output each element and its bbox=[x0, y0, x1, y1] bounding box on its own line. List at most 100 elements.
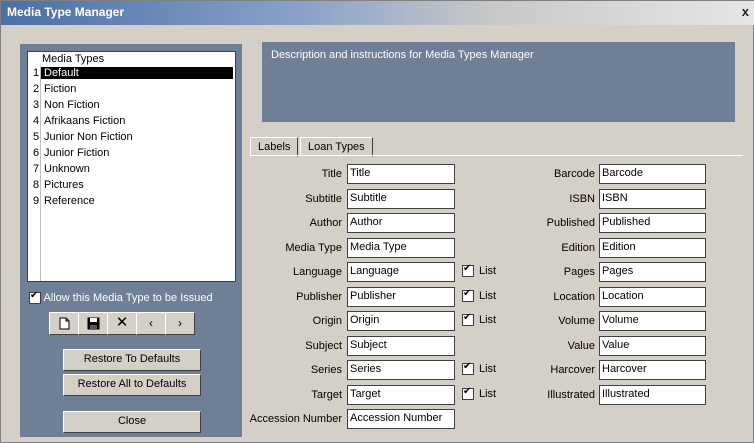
description-text: Description and instructions for Media T… bbox=[271, 49, 534, 61]
field-label: Edition bbox=[561, 241, 595, 254]
field-input[interactable]: Target bbox=[347, 384, 455, 405]
field-label: Location bbox=[553, 290, 595, 303]
list-item[interactable]: 3 Non Fiction bbox=[28, 98, 235, 113]
list-checkbox-label: List bbox=[479, 314, 497, 327]
left-panel: Media Types 1 Default 2 Fiction 3 Non Fiction… bbox=[20, 44, 242, 437]
x-delete-icon: ✕ bbox=[115, 314, 129, 331]
field-input[interactable]: Title bbox=[347, 164, 455, 184]
field-input[interactable]: Illustrated bbox=[599, 384, 706, 405]
field-input[interactable]: Location bbox=[599, 286, 706, 307]
field-label: Accession Number bbox=[249, 413, 342, 425]
field-input[interactable]: Publisher bbox=[347, 286, 455, 307]
field-input[interactable]: Value bbox=[599, 335, 706, 356]
field-label: Title bbox=[321, 168, 342, 180]
field-input[interactable]: Media Type bbox=[347, 237, 455, 258]
list-checkbox-label: List bbox=[479, 289, 497, 302]
field-input[interactable]: Pages bbox=[599, 262, 706, 282]
next-record-button[interactable]: › bbox=[165, 312, 195, 335]
check-mark-icon: ✔ bbox=[463, 263, 472, 275]
field-input[interactable]: Author bbox=[347, 213, 455, 233]
document-icon bbox=[59, 317, 69, 330]
field-input[interactable]: Edition bbox=[599, 237, 706, 258]
field-input[interactable]: Harcover bbox=[599, 360, 706, 380]
title-bar: Media Type Manager x bbox=[1, 1, 754, 25]
tab-labels[interactable]: Labels bbox=[250, 137, 299, 157]
check-mark-icon: ✔ bbox=[463, 312, 472, 324]
field-label: Media Type bbox=[285, 241, 342, 254]
list-item[interactable]: 5 Junior Non Fiction bbox=[28, 130, 235, 145]
field-label: Series bbox=[310, 364, 342, 376]
field-input[interactable]: Series bbox=[347, 360, 455, 380]
close-icon[interactable]: x bbox=[742, 4, 749, 19]
list-item-label: Fiction bbox=[44, 83, 77, 95]
list-item-number: 4 bbox=[33, 115, 40, 127]
tab-loan-types[interactable]: Loan Types bbox=[300, 137, 373, 157]
field-label: ISBN bbox=[569, 192, 595, 205]
field-label: Volume bbox=[558, 315, 595, 327]
restore-all-defaults-button[interactable]: Restore All to Defaults bbox=[63, 374, 201, 396]
restore-defaults-button[interactable]: Restore To Defaults bbox=[63, 349, 201, 371]
list-item-label: Afrikaans Fiction bbox=[44, 115, 126, 127]
field-label: Subject bbox=[305, 339, 342, 352]
list-item-label: Non Fiction bbox=[44, 99, 100, 111]
delete-button[interactable]: ✕ bbox=[107, 312, 137, 335]
field-input[interactable]: Published bbox=[599, 213, 706, 233]
list-item-label: Pictures bbox=[44, 179, 84, 191]
field-input[interactable]: Subject bbox=[347, 335, 455, 356]
list-item[interactable]: 2 Fiction bbox=[28, 82, 235, 97]
list-checkbox-label: List bbox=[479, 363, 497, 376]
chevron-left-icon: ‹ bbox=[149, 316, 153, 330]
list-item[interactable]: 6 Junior Fiction bbox=[28, 146, 235, 161]
list-item-number: 6 bbox=[33, 147, 40, 159]
list-item-label: Reference bbox=[44, 195, 95, 207]
field-label: Target bbox=[311, 388, 342, 401]
list-item-number: 5 bbox=[33, 131, 40, 143]
list-item[interactable]: 8 Pictures bbox=[28, 178, 235, 193]
field-input[interactable]: Volume bbox=[599, 311, 706, 331]
field-input[interactable]: Language bbox=[347, 262, 455, 282]
list-checkbox-box[interactable]: ✔ bbox=[462, 312, 474, 327]
list-checkbox[interactable]: ✔ List bbox=[462, 361, 497, 376]
field-label: Barcode bbox=[554, 168, 595, 180]
field-input[interactable]: Origin bbox=[347, 311, 455, 331]
field-label: Pages bbox=[563, 266, 595, 278]
save-button[interactable] bbox=[78, 312, 108, 335]
field-label: Language bbox=[293, 266, 342, 278]
field-label: Harcover bbox=[550, 364, 595, 376]
allow-issue-checkbox-box[interactable]: ✔ bbox=[29, 290, 41, 305]
field-input[interactable]: Barcode bbox=[599, 164, 706, 184]
list-item-number: 8 bbox=[33, 179, 40, 191]
media-type-manager-window: Media Type Manager x Media Types 1 Defaul… bbox=[0, 0, 754, 443]
field-label: Origin bbox=[312, 315, 342, 327]
list-checkbox-box[interactable]: ✔ bbox=[462, 288, 474, 302]
close-button[interactable]: Close bbox=[63, 411, 201, 433]
list-checkbox-box[interactable]: ✔ bbox=[462, 361, 474, 376]
list-header: Media Types bbox=[28, 52, 235, 66]
list-checkbox[interactable]: ✔ List bbox=[462, 263, 496, 278]
list-item[interactable]: 9 Reference bbox=[28, 194, 235, 209]
field-label: Illustrated bbox=[547, 388, 595, 401]
previous-record-button[interactable]: ‹ bbox=[136, 312, 166, 335]
field-input[interactable]: ISBN bbox=[599, 188, 706, 209]
list-checkbox[interactable]: ✔ List bbox=[462, 386, 496, 400]
media-types-list[interactable]: Media Types 1 Default 2 Fiction 3 Non Fiction… bbox=[27, 51, 236, 282]
list-checkbox[interactable]: ✔ List bbox=[462, 312, 497, 327]
new-record-button[interactable] bbox=[49, 312, 79, 335]
allow-issue-checkbox[interactable]: ✔ Allow this Media Type to be Issued bbox=[29, 290, 213, 305]
list-item-label: Junior Fiction bbox=[44, 147, 110, 159]
field-input[interactable]: Subtitle bbox=[347, 188, 455, 209]
list-item-label: Junior Non Fiction bbox=[44, 131, 133, 143]
check-mark-icon: ✔ bbox=[463, 361, 472, 373]
list-item-number: 3 bbox=[33, 99, 40, 111]
field-label: Publisher bbox=[296, 290, 342, 303]
check-mark-icon: ✔ bbox=[30, 290, 39, 302]
list-checkbox-box[interactable]: ✔ bbox=[462, 386, 474, 400]
list-item[interactable]: 4 Afrikaans Fiction bbox=[28, 114, 235, 129]
list-item[interactable]: 7 Unknown bbox=[28, 162, 235, 177]
list-checkbox-box[interactable]: ✔ bbox=[462, 263, 474, 278]
field-label: Published bbox=[546, 217, 595, 229]
list-checkbox[interactable]: ✔ List bbox=[462, 288, 497, 302]
list-item-number: 2 bbox=[33, 83, 40, 95]
list-item[interactable]: 1 Default bbox=[28, 66, 235, 81]
field-input[interactable]: Accession Number bbox=[347, 409, 455, 429]
